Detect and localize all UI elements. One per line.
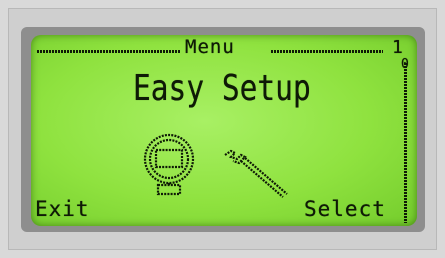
page-number: 1 bbox=[392, 37, 404, 58]
header-rule-right bbox=[271, 50, 383, 53]
menu-item-title[interactable]: Easy Setup bbox=[133, 68, 311, 109]
device-with-wrench-icon bbox=[139, 127, 299, 205]
exit-softkey[interactable]: Exit bbox=[35, 197, 90, 221]
scrollbar[interactable] bbox=[404, 63, 407, 223]
lcd-display: Menu 1 0 Easy Setup Exit Select bbox=[31, 35, 417, 226]
header-rule-left bbox=[37, 50, 181, 53]
select-softkey[interactable]: Select bbox=[304, 197, 386, 221]
menu-header-title: Menu bbox=[185, 36, 235, 58]
